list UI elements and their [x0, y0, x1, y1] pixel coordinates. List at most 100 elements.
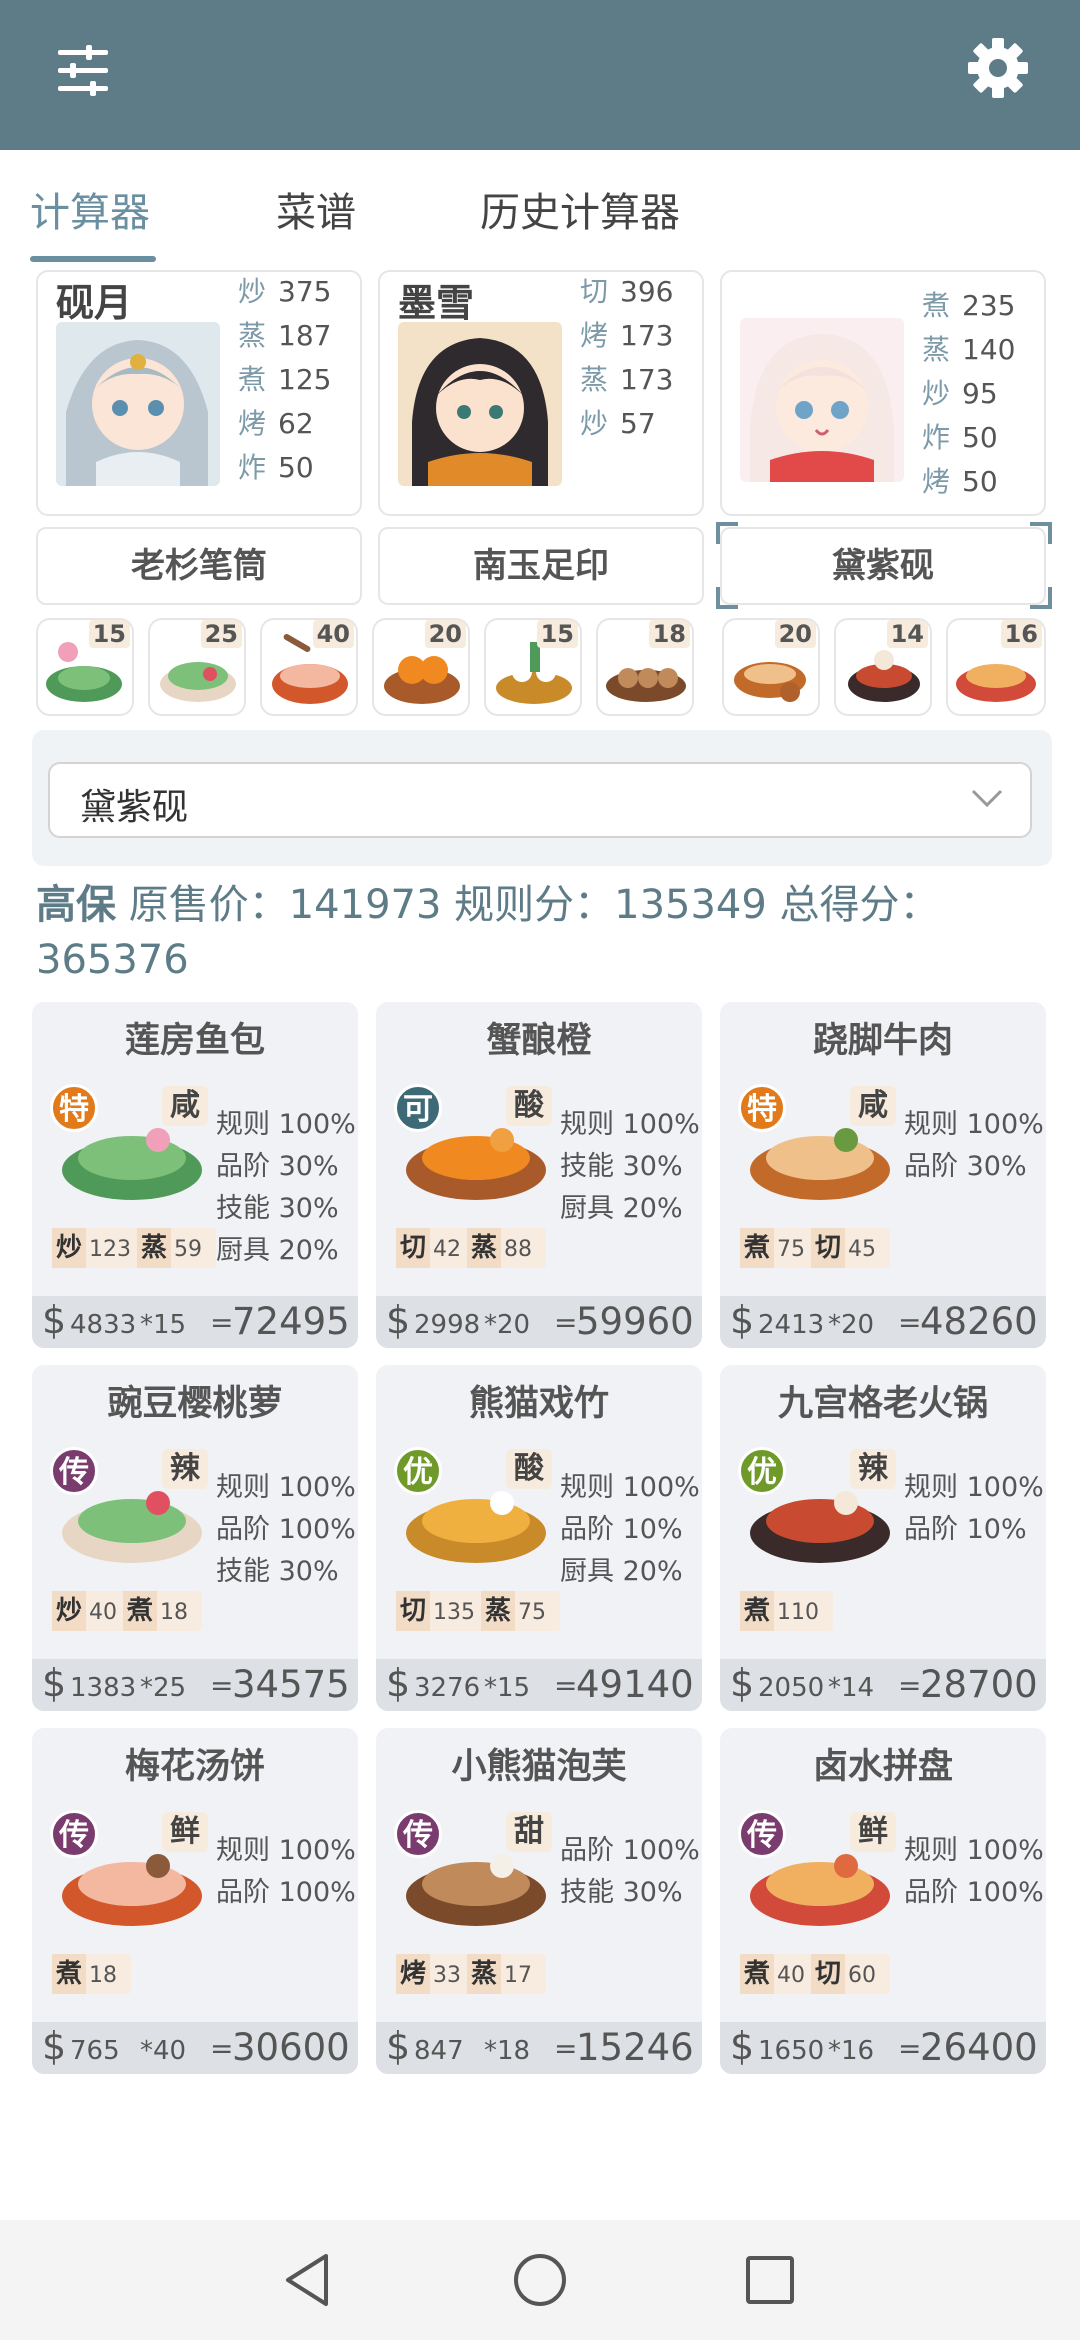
- dish-card[interactable]: 莲房鱼包特咸规则 100% 品阶 30% 技能 30% 厨具 20% 炒 123 蒸 59 $4…: [32, 1002, 358, 1348]
- equipment-slot-3-selected[interactable]: 黛紫砚: [720, 527, 1046, 605]
- rule-line: 规则 100%: [216, 1109, 356, 1140]
- dish-card[interactable]: 蟹酿橙可 酸规则 100% 技能 30% 厨具 20% 切 42 蒸 88 $2998 *20 = 5…: [376, 1002, 702, 1348]
- stat-value: 95: [962, 377, 998, 410]
- dish-total: 30600: [232, 2026, 350, 2069]
- dish-total: 72495: [232, 1300, 350, 1343]
- rarity-badge: 传: [738, 1810, 786, 1858]
- unit-price: 2998: [414, 1310, 481, 1340]
- unit-price: 3276: [414, 1673, 481, 1703]
- tab-history-calculator[interactable]: 历史计算器: [480, 180, 680, 238]
- skill-key: 煮: [740, 1591, 775, 1631]
- price-bar: $2413 *20 = 48260: [720, 1296, 1046, 1348]
- skill-key: 煮: [52, 1954, 87, 1994]
- dish-card[interactable]: 豌豆樱桃萝传 辣规则 100% 品阶 100% 技能 30% 炒 40 煮 18 $1383 *2…: [32, 1365, 358, 1711]
- mini-dish-3[interactable]: 40: [260, 618, 358, 716]
- rarity-badge: 优: [738, 1447, 786, 1495]
- mini-dish-2[interactable]: 25: [148, 618, 246, 716]
- stat-key: 炒: [580, 407, 609, 440]
- tab-calculator[interactable]: 计算器: [30, 180, 150, 238]
- currency-symbol: $: [730, 2024, 755, 2068]
- mini-dish-6[interactable]: 18: [596, 618, 694, 716]
- quantity-multiplier: *15: [140, 1310, 187, 1340]
- stat-value: 375: [278, 275, 332, 308]
- mini-dish-4[interactable]: 20: [372, 618, 470, 716]
- skill-requirements: 炒 123 蒸 59: [52, 1228, 217, 1268]
- skill-requirements: 切 135 蒸 75: [396, 1591, 561, 1631]
- dish-card[interactable]: 卤水拼盘传 鲜规则 100% 品阶 100% 煮 40 切 60 $1650 *16 = 26400: [720, 1728, 1046, 2074]
- unit-price: 2413: [758, 1310, 825, 1340]
- skill-value: 88: [504, 1237, 533, 1262]
- recents-nav-icon[interactable]: [744, 2254, 796, 2310]
- rule-line: 厨具 20%: [560, 1556, 683, 1587]
- currency-symbol: $: [42, 1661, 67, 1705]
- stat-key: 煮: [922, 289, 951, 322]
- selection-corner: [716, 587, 738, 609]
- system-navigation-bar: [0, 2220, 1080, 2340]
- rarity-badge: 传: [50, 1447, 98, 1495]
- dish-card[interactable]: 九宫格老火锅优 辣规则 100% 品阶 10% 煮 110 $2050 *14 = 28700: [720, 1365, 1046, 1711]
- score-summary: 高保 原售价：141973 规则分：135349 总得分： 365376: [36, 878, 1046, 988]
- skill-value: 75: [777, 1237, 806, 1262]
- mini-dish-9[interactable]: 16: [946, 618, 1046, 716]
- mini-dish-1[interactable]: 15: [36, 618, 134, 716]
- dish-name: 小熊猫泡芙: [451, 1747, 627, 1787]
- equipment-select-panel: 黛紫砚: [32, 730, 1052, 866]
- rule-line: 规则 100%: [216, 1472, 356, 1503]
- unit-price: 847: [414, 2036, 464, 2066]
- mini-dish-8[interactable]: 14: [834, 618, 932, 716]
- skill-value: 17: [504, 1963, 533, 1988]
- tab-recipes[interactable]: 菜谱: [276, 180, 356, 238]
- rule-line: 品阶 100%: [560, 1835, 700, 1866]
- equipment-dropdown[interactable]: 黛紫砚: [48, 762, 1032, 838]
- rule-line: 品阶 30%: [216, 1151, 339, 1182]
- skill-value: 60: [848, 1963, 877, 1988]
- chef-card-1[interactable]: 砚月 炒 375 蒸 187 煮 125 烤 62 炸 50: [36, 270, 362, 516]
- dish-card[interactable]: 小熊猫泡芙传 甜品阶 100% 技能 30% 烤 33 蒸 17 $847 *18 = 15246: [376, 1728, 702, 2074]
- dish-total: 28700: [920, 1663, 1038, 1706]
- equipment-slot-1[interactable]: 老杉笔筒: [36, 527, 362, 605]
- stat-key: 烤: [922, 465, 951, 498]
- chef-card-2[interactable]: 墨雪 切 396 烤 173 蒸 173 炒 57: [378, 270, 704, 516]
- equipment-slot-2[interactable]: 南玉足印: [378, 527, 704, 605]
- skill-value: 40: [777, 1963, 806, 1988]
- equals-sign: =: [210, 2032, 234, 2065]
- dish-total: 49140: [576, 1663, 694, 1706]
- selection-corner: [716, 522, 738, 544]
- stat-key: 炒: [238, 275, 267, 308]
- unit-price: 2050: [758, 1673, 825, 1703]
- chevron-down-icon: [970, 786, 1004, 814]
- rule-line: 规则 100%: [904, 1835, 1044, 1866]
- flavor-tag: 鲜: [162, 1812, 208, 1852]
- dish-card[interactable]: 梅花汤饼传 鲜规则 100% 品阶 100% 煮 18 $765 *40 = 30600: [32, 1728, 358, 2074]
- mini-dish-7[interactable]: 20: [722, 618, 820, 716]
- chef-card-3[interactable]: 煮 235 蒸 140 炒 95 炸 50 烤 50: [720, 270, 1046, 516]
- quantity-multiplier: *20: [484, 1310, 531, 1340]
- skill-value: 18: [89, 1963, 118, 1988]
- skill-key: 蒸: [467, 1228, 502, 1268]
- active-tab-indicator: [30, 256, 156, 262]
- stat-value: 62: [278, 407, 314, 440]
- mini-dish-5[interactable]: 15: [484, 618, 582, 716]
- dish-total: 34575: [232, 1663, 350, 1706]
- sliders-icon[interactable]: [54, 40, 116, 102]
- price-bar: $2998 *20 = 59960: [376, 1296, 702, 1348]
- rarity-badge: 传: [394, 1810, 442, 1858]
- price-bar: $3276 *15 = 49140: [376, 1659, 702, 1711]
- gear-icon[interactable]: [966, 36, 1030, 100]
- dish-name: 熊猫戏竹: [468, 1384, 609, 1424]
- quantity-multiplier: *40: [140, 2036, 187, 2066]
- quantity-multiplier: *14: [828, 1673, 875, 1703]
- dish-card[interactable]: 跷脚牛肉特 咸规则 100% 品阶 30% 煮 75 切 45 $2413 *20 = 48260: [720, 1002, 1046, 1348]
- home-nav-icon[interactable]: [512, 2252, 568, 2312]
- skill-key: 切: [396, 1591, 431, 1631]
- quantity-multiplier: *15: [484, 1673, 531, 1703]
- price-bar: $765 *40 = 30600: [32, 2022, 358, 2074]
- stat-key: 烤: [580, 319, 609, 352]
- rarity-badge: 优: [394, 1447, 442, 1495]
- rarity-badge: 特: [50, 1084, 98, 1132]
- dish-card[interactable]: 熊猫戏竹优 酸规则 100% 品阶 10% 厨具 20% 切 135 蒸 75 $3276 *15…: [376, 1365, 702, 1711]
- stat-key: 烤: [238, 407, 267, 440]
- back-nav-icon[interactable]: [282, 2252, 334, 2312]
- stat-value: 173: [620, 363, 674, 396]
- skill-requirements: 煮 75 切 45: [740, 1228, 891, 1268]
